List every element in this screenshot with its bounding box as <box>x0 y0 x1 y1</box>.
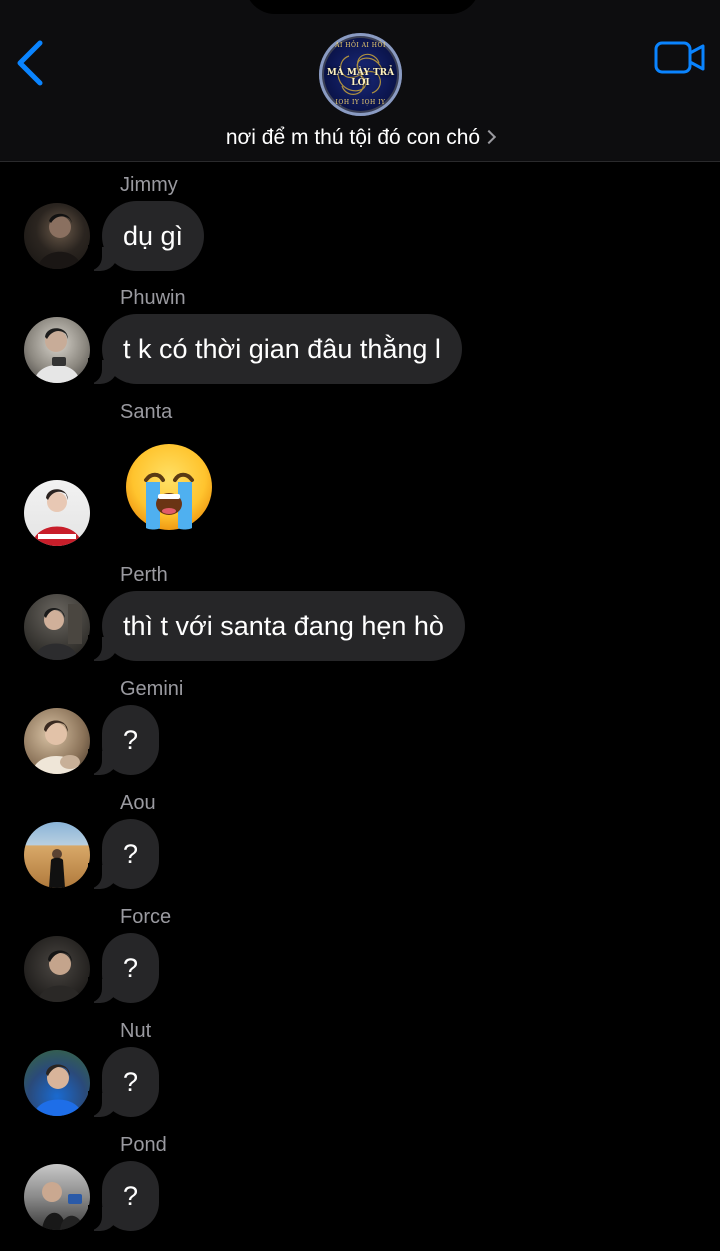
video-call-button[interactable] <box>652 38 708 78</box>
avatar[interactable] <box>24 708 90 774</box>
avatar[interactable] <box>24 936 90 1002</box>
person-photo-icon <box>34 328 80 383</box>
sender-name: Jimmy <box>120 174 178 196</box>
chat-header: AI HỎI AI HỎI MÀ MÀY TRẢ LỜI IỌH IY IỌH … <box>0 0 720 161</box>
header-divider <box>0 161 720 162</box>
sender-name: Gemini <box>120 678 184 700</box>
message-bubble[interactable]: ? <box>87 933 160 1003</box>
sender-name: Santa <box>120 401 173 423</box>
person-photo-icon <box>32 489 82 546</box>
person-photo-icon <box>34 604 82 660</box>
person-photo-icon <box>38 950 82 1002</box>
sender-name: Perth <box>120 564 168 586</box>
group-avatar-text-top: AI HỎI AI HỎI <box>335 42 386 49</box>
avatar[interactable] <box>24 480 90 546</box>
message-bubble[interactable]: ? <box>87 819 160 889</box>
group-avatar-text-main: MÀ MÀY TRẢ LỜI <box>326 68 395 88</box>
loudly-crying-face-emoji[interactable] <box>124 442 214 532</box>
avatar[interactable] <box>24 317 90 383</box>
person-photo-icon <box>49 849 65 888</box>
sender-name: Force <box>120 906 172 928</box>
avatar[interactable] <box>24 594 90 660</box>
group-title-text: nơi để m thú tội đó con chó <box>225 126 481 149</box>
back-button[interactable] <box>10 36 54 90</box>
sender-name: Nut <box>120 1020 152 1042</box>
chevron-right-icon <box>482 129 497 145</box>
group-avatar-text-bottom: IỌH IY IỌH IY <box>335 99 386 106</box>
message-bubble[interactable]: ? <box>87 1161 160 1231</box>
message-bubble[interactable]: ? <box>87 705 160 775</box>
message-bubble[interactable]: t k có thời gian đâu thằng l <box>88 314 462 384</box>
chevron-left-icon <box>17 40 43 86</box>
group-title[interactable]: nơi để m thú tội đó con chó <box>0 126 720 150</box>
sender-name: Aou <box>120 792 156 814</box>
message-bubble[interactable]: ? <box>87 1047 160 1117</box>
video-camera-icon <box>654 41 705 74</box>
avatar[interactable] <box>24 1164 90 1230</box>
message-bubble[interactable]: dụ gì <box>87 201 205 271</box>
person-photo-icon <box>38 213 82 269</box>
sender-name: Phuwin <box>120 287 186 309</box>
avatar[interactable] <box>24 1050 90 1116</box>
person-photo-icon <box>32 720 82 774</box>
sender-name: Pond <box>120 1134 167 1156</box>
person-photo-icon <box>42 1182 84 1230</box>
person-photo-icon <box>34 1064 82 1116</box>
message-bubble[interactable]: thì t với santa đang hẹn hò <box>88 591 465 661</box>
avatar[interactable] <box>24 822 90 888</box>
group-avatar[interactable]: AI HỎI AI HỎI MÀ MÀY TRẢ LỜI IỌH IY IỌH … <box>319 33 402 116</box>
avatar[interactable] <box>24 203 90 269</box>
device-notch <box>245 0 480 14</box>
